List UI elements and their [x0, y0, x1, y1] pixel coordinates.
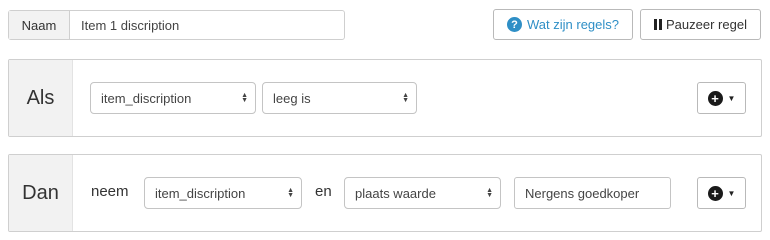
pause-rule-label: Pauzeer regel: [666, 17, 747, 32]
then-action-panel: Dan neem item_discription ▲ ▼ en plaats w…: [8, 154, 762, 232]
question-circle-icon: ?: [507, 17, 522, 32]
if-condition-select-value: leeg is: [273, 90, 311, 106]
if-label: Als: [9, 60, 73, 136]
add-condition-button[interactable]: + ▼: [697, 82, 746, 114]
then-action-select[interactable]: plaats waarde ▲ ▼: [344, 177, 501, 209]
plus-circle-icon: +: [707, 90, 723, 106]
up-down-arrows-icon: ▲ ▼: [486, 187, 493, 199]
plus-circle-icon: +: [707, 185, 723, 201]
then-field-select-value: item_discription: [155, 185, 246, 201]
up-down-arrows-icon: ▲ ▼: [241, 92, 248, 104]
caret-down-icon: ▼: [727, 93, 736, 103]
add-action-button[interactable]: + ▼: [697, 177, 746, 209]
caret-down-icon: ▼: [727, 188, 736, 198]
what-are-rules-button[interactable]: ? Wat zijn regels?: [493, 9, 633, 40]
name-field-group: Naam: [8, 10, 345, 40]
name-label: Naam: [9, 11, 70, 39]
up-down-arrows-icon: ▲ ▼: [287, 187, 294, 199]
pause-icon: [654, 19, 663, 30]
then-connector-text: en: [315, 183, 332, 200]
what-are-rules-label: Wat zijn regels?: [527, 17, 619, 32]
up-down-arrows-icon: ▲ ▼: [402, 92, 409, 104]
if-field-select[interactable]: item_discription ▲ ▼: [90, 82, 256, 114]
then-field-select[interactable]: item_discription ▲ ▼: [144, 177, 302, 209]
if-condition-select[interactable]: leeg is ▲ ▼: [262, 82, 417, 114]
then-label: Dan: [9, 155, 73, 231]
name-input[interactable]: [70, 11, 344, 39]
if-field-select-value: item_discription: [101, 90, 192, 106]
if-condition-panel: Als item_discription ▲ ▼ leeg is ▲ ▼ + ▼: [8, 59, 762, 137]
then-value-input[interactable]: [514, 177, 671, 209]
then-action-select-value: plaats waarde: [355, 185, 436, 201]
then-verb-text: neem: [91, 183, 129, 200]
pause-rule-button[interactable]: Pauzeer regel: [640, 9, 761, 40]
